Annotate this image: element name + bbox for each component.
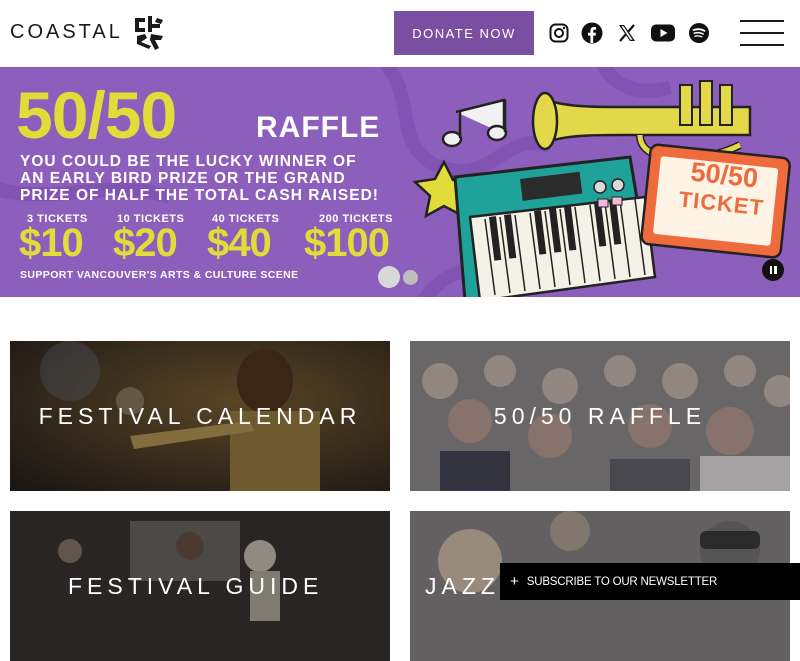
- hero-body-line-3: PRIZE OF HALF THE TOTAL CASH RAISED!: [20, 187, 379, 204]
- pause-icon[interactable]: [762, 259, 784, 281]
- x-icon[interactable]: [615, 21, 639, 45]
- newsletter-label: SUBSCRIBE TO OUR NEWSLETTER: [526, 575, 718, 588]
- carousel-dot-2[interactable]: [403, 270, 418, 285]
- logo-text: COASTAL: [10, 20, 123, 43]
- hero-body-line-2: AN EARLY BIRD PRIZE OR THE GRAND: [20, 170, 346, 187]
- ticket-label: 50/50 TICKET: [661, 156, 786, 221]
- hero-headline: 50/50: [16, 78, 177, 152]
- card-festival-calendar[interactable]: FESTIVAL CALENDAR: [10, 341, 390, 491]
- coastal-logo-mark-icon: [134, 16, 163, 50]
- facebook-icon[interactable]: [580, 21, 604, 45]
- card-label-festival-calendar: FESTIVAL CALENDAR: [38, 402, 362, 429]
- keyboard-art: [453, 155, 657, 297]
- card-festival-guide[interactable]: FESTIVAL GUIDE: [10, 511, 390, 661]
- hero-raffle-banner[interactable]: 50/50 RAFFLE YOU COULD BE THE LUCKY WINN…: [0, 67, 800, 297]
- site-logo[interactable]: COASTAL: [10, 14, 167, 50]
- tier-price-1: $10: [19, 221, 84, 265]
- card-label-5050-raffle: 50/50 RAFFLE: [493, 402, 707, 429]
- hero-body-line-1: YOU COULD BE THE LUCKY WINNER OF: [20, 153, 357, 170]
- tier-price-2: $20: [113, 221, 178, 265]
- hero-subhead: RAFFLE: [256, 111, 381, 144]
- card-5050-raffle[interactable]: 50/50 RAFFLE: [410, 341, 790, 491]
- spotify-icon[interactable]: [687, 21, 711, 45]
- instagram-icon[interactable]: [547, 21, 571, 45]
- youtube-icon[interactable]: [651, 21, 675, 45]
- card-label-jazz: JAZZ: [425, 573, 500, 599]
- newsletter-subscribe-bar[interactable]: + SUBSCRIBE TO OUR NEWSLETTER: [500, 563, 800, 600]
- carousel-dot-1-active[interactable]: [378, 266, 400, 288]
- tier-price-4: $100: [304, 221, 390, 265]
- plus-icon: +: [510, 573, 519, 590]
- tier-price-3: $40: [207, 221, 272, 265]
- donate-now-button[interactable]: DONATE NOW: [394, 11, 534, 55]
- card-label-festival-guide: FESTIVAL GUIDE: [68, 573, 324, 599]
- hero-support-text: SUPPORT VANCOUVER'S ARTS & CULTURE SCENE: [20, 269, 299, 281]
- site-header: COASTAL DONATE NOW: [0, 0, 800, 66]
- hamburger-menu-icon[interactable]: [740, 20, 784, 46]
